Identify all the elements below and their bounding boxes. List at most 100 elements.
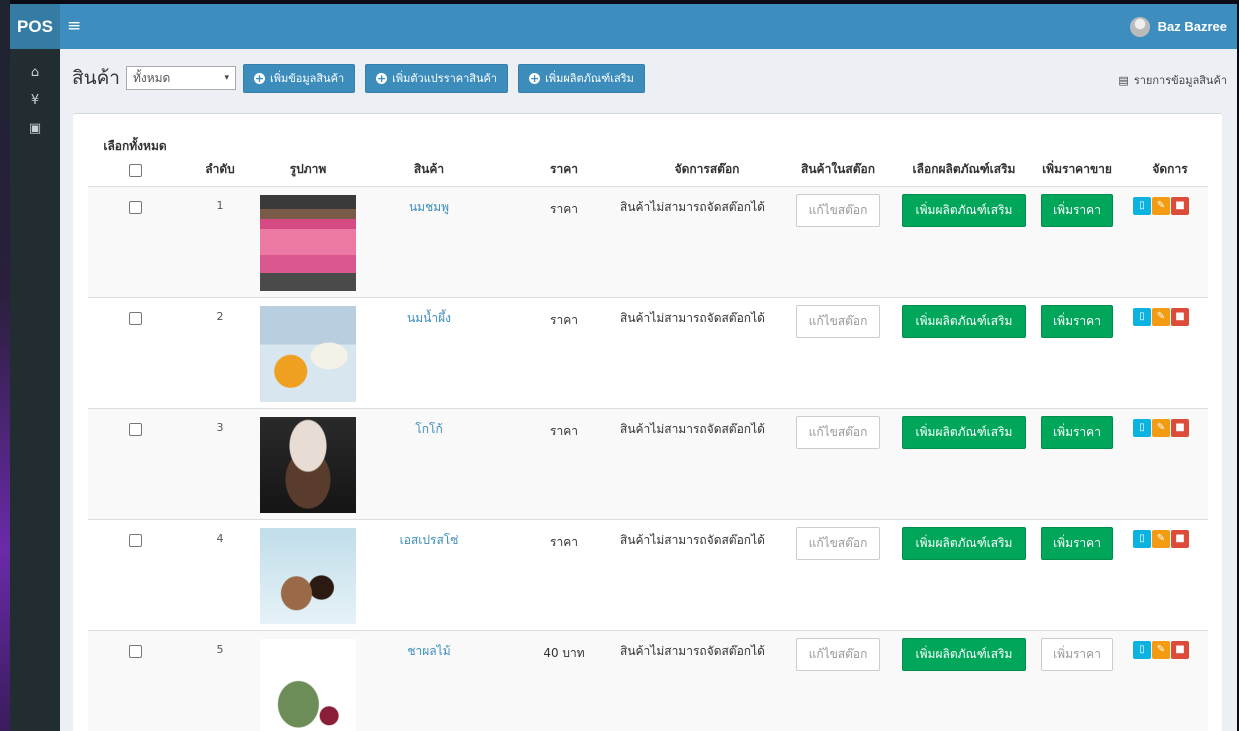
stock-status: สินค้าไม่สามารถจัดสต๊อกได้	[620, 644, 765, 658]
window-edge	[0, 0, 10, 731]
select-all-checkbox[interactable]	[129, 164, 142, 177]
header-image: รูปภาพ	[289, 162, 327, 176]
plus-circle-icon: +	[376, 71, 388, 85]
trash-icon[interactable]: ■	[1171, 530, 1189, 548]
product-image	[260, 639, 356, 731]
stock-input[interactable]: แก้ไขสต๊อก	[796, 527, 880, 560]
table-row: 3 โกโก้ ราคา สินค้าไม่สามารถจัดสต๊อกได้ …	[88, 408, 1208, 519]
header-select-addon: เลือกผลิตภัณฑ์เสริม	[912, 162, 1016, 176]
money-icon[interactable]: ▣	[10, 115, 60, 143]
add-price-button[interactable]: เพิ่มราคา	[1041, 194, 1113, 227]
view-icon[interactable]: ▯	[1133, 197, 1151, 215]
plus-circle-icon: +	[253, 71, 265, 85]
view-icon[interactable]: ▯	[1133, 419, 1151, 437]
user-menu[interactable]: Baz Bazree	[1129, 4, 1227, 49]
add-price-variant-button[interactable]: + เพิ่มตัวแปรราคาสินค้า	[365, 63, 509, 93]
table-row: 4 เอสเปรสโซ่ ราคา สินค้าไม่สามารถจัดสต๊อ…	[88, 519, 1208, 630]
stock-status: สินค้าไม่สามารถจัดสต๊อกได้	[620, 200, 765, 214]
product-list-label: รายการข้อมูลสินค้า	[1133, 74, 1227, 87]
product-price: ราคา	[550, 424, 578, 438]
header-in-stock: สินค้าในสต๊อก	[801, 162, 875, 176]
table-row: 2 นมน้ำผึ้ง ราคา สินค้าไม่สามารถจัดสต๊อก…	[88, 297, 1208, 408]
add-addon-row-button[interactable]: เพิ่มผลิตภัณฑ์เสริม	[902, 305, 1026, 338]
add-product-label: เพิ่มข้อมูลสินค้า	[269, 72, 345, 85]
table-row: 1 นมชมพู ราคา สินค้าไม่สามารถจัดสต๊อกได้…	[88, 186, 1208, 297]
add-addon-row-button[interactable]: เพิ่มผลิตภัณฑ์เสริม	[902, 416, 1026, 449]
add-price-button[interactable]: เพิ่มราคา	[1041, 305, 1113, 338]
category-select[interactable]: ทั้งหมด ▾	[125, 66, 236, 90]
product-name-link[interactable]: นมชมพู	[409, 198, 449, 217]
top-navbar: POS ≡ Baz Bazree	[10, 4, 1237, 49]
row-checkbox[interactable]	[129, 201, 142, 214]
edit-icon[interactable]: ✎	[1152, 641, 1170, 659]
edit-icon[interactable]: ✎	[1152, 197, 1170, 215]
page-title: สินค้า	[72, 67, 120, 89]
add-addon-row-button[interactable]: เพิ่มผลิตภัณฑ์เสริม	[902, 194, 1026, 227]
view-icon[interactable]: ▯	[1133, 308, 1151, 326]
home-icon[interactable]: ⌂	[10, 59, 60, 87]
product-name-link[interactable]: ชาผลไม้	[407, 642, 450, 661]
menu-toggle-icon[interactable]: ≡	[67, 4, 81, 49]
add-price-button[interactable]: เพิ่มราคา	[1041, 416, 1113, 449]
stock-status: สินค้าไม่สามารถจัดสต๊อกได้	[620, 533, 765, 547]
header-price: ราคา	[550, 162, 578, 176]
stock-input[interactable]: แก้ไขสต๊อก	[796, 416, 880, 449]
edit-icon[interactable]: ✎	[1152, 530, 1170, 548]
row-checkbox[interactable]	[129, 534, 142, 547]
row-index: 1	[216, 199, 224, 212]
row-index: 2	[216, 310, 224, 323]
trash-icon[interactable]: ■	[1171, 308, 1189, 326]
header-select-all: เลือกทั้งหมด	[103, 139, 167, 153]
trash-icon[interactable]: ■	[1171, 419, 1189, 437]
product-name-link[interactable]: นมน้ำผึ้ง	[407, 309, 451, 328]
add-addon-row-button[interactable]: เพิ่มผลิตภัณฑ์เสริม	[902, 638, 1026, 671]
product-name-link[interactable]: โกโก้	[415, 420, 442, 439]
add-addon-label: เพิ่มผลิตภัณฑ์เสริม	[545, 72, 634, 85]
product-image	[260, 195, 356, 291]
stock-status: สินค้าไม่สามารถจัดสต๊อกได้	[620, 422, 765, 436]
header-add-price: เพิ่มราคาขาย	[1042, 162, 1112, 176]
trash-icon[interactable]: ■	[1171, 197, 1189, 215]
header-stock-manage: จัดการสต๊อก	[674, 162, 740, 176]
restaurant-icon[interactable]: ¥	[10, 87, 60, 115]
user-name: Baz Bazree	[1157, 19, 1227, 34]
sidebar: ⌂ ¥ ▣	[10, 49, 60, 731]
table-header: เลือกทั้งหมด ลำดับ รูปภาพ สินค้า ราคา จั…	[73, 114, 1222, 186]
add-product-button[interactable]: + เพิ่มข้อมูลสินค้า	[242, 63, 356, 93]
plus-circle-icon: +	[529, 71, 541, 85]
edit-icon[interactable]: ✎	[1152, 308, 1170, 326]
product-name-link[interactable]: เอสเปรสโซ่	[400, 531, 459, 550]
chevron-down-icon: ▾	[224, 73, 229, 83]
avatar	[1129, 16, 1150, 37]
product-price: 40 บาท	[543, 646, 585, 660]
row-index: 3	[216, 421, 224, 434]
header-manage: จัดการ	[1152, 162, 1188, 176]
brand-logo[interactable]: POS	[10, 4, 60, 49]
view-icon[interactable]: ▯	[1133, 530, 1151, 548]
page-header: สินค้า ทั้งหมด ▾ + เพิ่มข้อมูลสินค้า + เ…	[72, 63, 655, 93]
stock-status: สินค้าไม่สามารถจัดสต๊อกได้	[620, 311, 765, 325]
product-image	[260, 417, 356, 513]
add-price-button[interactable]: เพิ่มราคา	[1041, 527, 1113, 560]
trash-icon[interactable]: ■	[1171, 641, 1189, 659]
product-image	[260, 528, 356, 624]
add-addon-row-button[interactable]: เพิ่มผลิตภัณฑ์เสริม	[902, 527, 1026, 560]
product-price: ราคา	[550, 535, 578, 549]
product-price: ราคา	[550, 313, 578, 327]
product-price: ราคา	[550, 202, 578, 216]
row-checkbox[interactable]	[129, 312, 142, 325]
row-checkbox[interactable]	[129, 645, 142, 658]
list-icon: ▤	[1118, 73, 1129, 87]
view-icon[interactable]: ▯	[1133, 641, 1151, 659]
add-addon-button[interactable]: + เพิ่มผลิตภัณฑ์เสริม	[518, 63, 645, 93]
row-index: 4	[216, 532, 224, 545]
edit-icon[interactable]: ✎	[1152, 419, 1170, 437]
stock-input[interactable]: แก้ไขสต๊อก	[796, 638, 880, 671]
table-row: 5 ชาผลไม้ 40 บาท สินค้าไม่สามารถจัดสต๊อก…	[88, 630, 1208, 731]
stock-input[interactable]: แก้ไขสต๊อก	[796, 194, 880, 227]
product-list-link[interactable]: ▤ รายการข้อมูลสินค้า	[1118, 71, 1227, 89]
add-price-input[interactable]: เพิ่มราคา	[1041, 638, 1113, 671]
row-checkbox[interactable]	[129, 423, 142, 436]
content-area: สินค้า ทั้งหมด ▾ + เพิ่มข้อมูลสินค้า + เ…	[60, 49, 1237, 731]
stock-input[interactable]: แก้ไขสต๊อก	[796, 305, 880, 338]
